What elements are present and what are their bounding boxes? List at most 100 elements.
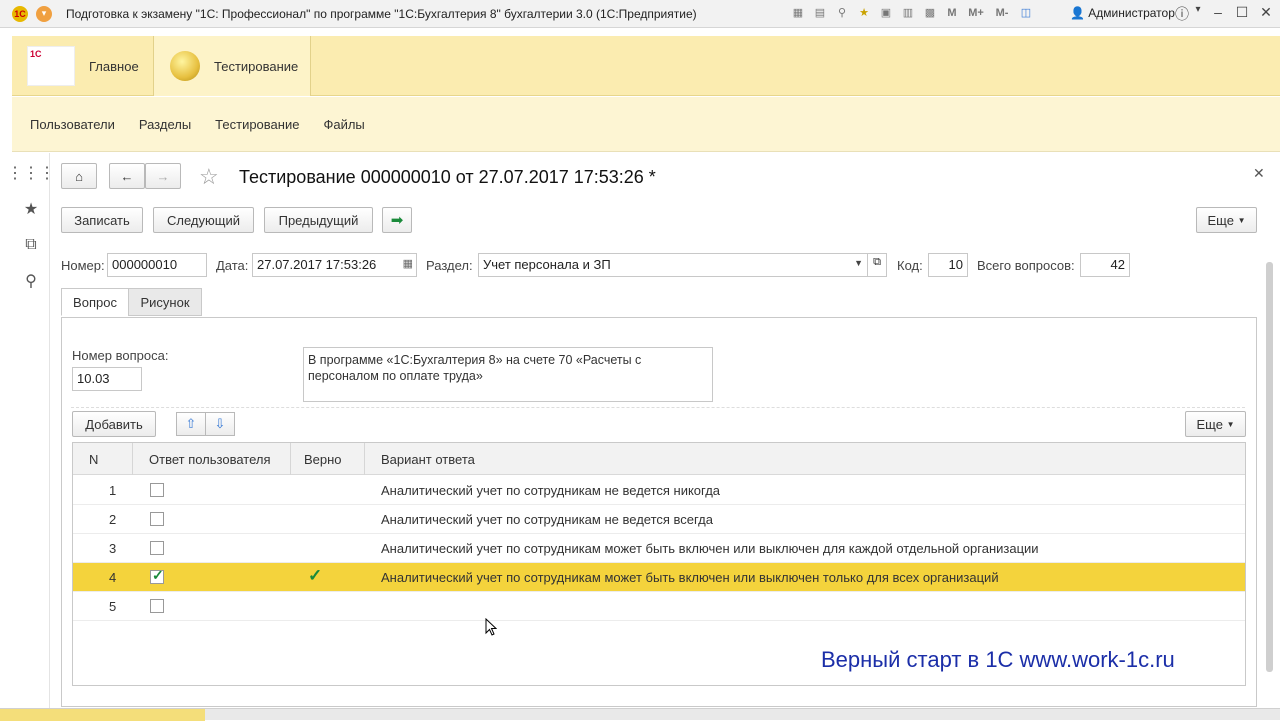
app-logo-icon[interactable]: 1С	[12, 5, 28, 22]
back-button[interactable]: ←	[109, 163, 145, 189]
panels-icon[interactable]: ◫	[1018, 5, 1034, 21]
search-icon[interactable]: ⚲	[834, 5, 850, 21]
user-answer-checkbox[interactable]	[150, 541, 164, 555]
column-divider	[364, 443, 365, 475]
open-icon[interactable]: ⧉	[867, 253, 887, 277]
favorites-icon[interactable]: ★	[856, 5, 872, 21]
memory-minus-icon[interactable]: M-	[992, 5, 1012, 21]
report-icon[interactable]: ▥	[900, 5, 916, 21]
close-icon[interactable]: ✕	[1253, 165, 1265, 182]
add-button[interactable]: Добавить	[72, 411, 156, 437]
section-field[interactable]: Учет персонала и ЗП ▼	[478, 253, 868, 277]
user-answer-checkbox[interactable]: ✓	[150, 567, 164, 584]
column-correct[interactable]: Верно	[304, 452, 342, 467]
mouse-cursor-icon	[485, 618, 497, 636]
column-n[interactable]: N	[89, 452, 98, 467]
nav-files[interactable]: Файлы	[323, 117, 364, 132]
code-field[interactable]: 10	[928, 253, 968, 277]
save-button[interactable]: Записать	[61, 207, 143, 233]
row-number: 2	[109, 512, 117, 527]
user-answer-checkbox[interactable]	[150, 483, 164, 497]
forward-button[interactable]: →	[145, 163, 181, 189]
dropdown-icon[interactable]: ▼	[854, 258, 863, 268]
memory-icon[interactable]: M	[944, 5, 960, 21]
main-menu-icon[interactable]: ▾	[36, 5, 52, 22]
print-icon[interactable]: ▤	[812, 5, 828, 21]
left-toolbar: ⋮⋮⋮ ★ ⧉ ⚲	[7, 153, 55, 708]
chevron-down-icon: ▼	[1237, 215, 1246, 225]
date-field[interactable]: 27.07.2017 17:53:26 ▦	[252, 253, 417, 277]
star-icon[interactable]: ☆	[199, 164, 219, 190]
table-row[interactable]: 5	[73, 592, 1245, 621]
chevron-down-icon: ▼	[1226, 419, 1235, 429]
column-answer-variant[interactable]: Вариант ответа	[381, 452, 475, 467]
table-row[interactable]: 4 ✓ ✓ Аналитический учет по сотрудникам мож…	[73, 563, 1245, 592]
table-row[interactable]: 2 Аналитический учет по сотрудникам не ве…	[73, 505, 1245, 534]
correct-check-icon: ✓	[308, 566, 323, 585]
nav-users[interactable]: Пользователи	[30, 117, 115, 132]
number-label: Номер:	[61, 258, 105, 273]
history-icon[interactable]: ▣	[878, 5, 894, 21]
answer-variant-text: Аналитический учет по сотрудникам не вед…	[381, 483, 721, 498]
section-label: Раздел:	[426, 258, 473, 273]
navigation-panel: Пользователи Разделы Тестирование Файлы	[12, 97, 1280, 152]
calendar-icon[interactable]: ▦	[403, 257, 413, 270]
table-row[interactable]: 1 Аналитический учет по сотрудникам не ве…	[73, 476, 1245, 505]
previous-button[interactable]: Предыдущий	[264, 207, 373, 233]
column-divider	[290, 443, 291, 475]
favorites-icon[interactable]: ★	[12, 191, 50, 227]
go-icon[interactable]: ➡	[382, 207, 412, 233]
calendar-icon[interactable]: ▩	[922, 5, 938, 21]
status-bar	[0, 708, 1280, 721]
calculator-icon[interactable]: ▦	[790, 5, 806, 21]
more-button[interactable]: Еще ▼	[1196, 207, 1257, 233]
close-window-icon[interactable]: ✕	[1256, 4, 1276, 21]
search-icon[interactable]: ⚲	[12, 263, 50, 299]
memory-plus-icon[interactable]: M+	[966, 5, 986, 21]
column-user-answer[interactable]: Ответ пользователя	[149, 452, 271, 467]
row-number: 3	[109, 541, 117, 556]
tab-picture[interactable]: Рисунок	[128, 288, 202, 316]
nav-sections[interactable]: Разделы	[139, 117, 191, 132]
minimize-icon[interactable]: –	[1208, 4, 1228, 20]
watermark-text: Верный старт в 1С www.work-1c.ru	[821, 647, 1175, 672]
table-row[interactable]: 3 Аналитический учет по сотрудникам может…	[73, 534, 1245, 563]
nav-testing[interactable]: Тестирование	[215, 117, 299, 132]
history-icon[interactable]: ⧉	[12, 227, 50, 263]
user-answer-checkbox[interactable]	[150, 599, 164, 613]
home-button[interactable]: ⌂	[61, 163, 97, 189]
column-divider	[132, 443, 133, 475]
move-down-icon[interactable]: ⇩	[205, 412, 235, 436]
window-titlebar: 1С ▾ Подготовка к экзамену "1С: Професси…	[0, 0, 1280, 28]
scrollbar[interactable]	[1266, 262, 1273, 672]
section-testing[interactable]: Тестирование	[153, 36, 311, 96]
number-field[interactable]: 000000010	[107, 253, 207, 277]
grid-more-button[interactable]: Еще ▼	[1185, 411, 1246, 437]
answer-variant-text: Аналитический учет по сотрудникам не вед…	[381, 512, 713, 527]
sections-menu-icon[interactable]: ⋮⋮⋮	[7, 155, 55, 191]
status-bar-accent	[0, 709, 205, 721]
question-text-field[interactable]: В программе «1С:Бухгалтерия 8» на счете …	[303, 347, 713, 402]
user-answer-checkbox[interactable]	[150, 512, 164, 526]
date-label: Дата:	[216, 258, 249, 273]
answer-variant-text: Аналитический учет по сотрудникам может …	[381, 541, 1039, 556]
page-title: Тестирование 000000010 от 27.07.2017 17:…	[239, 167, 656, 187]
user-name[interactable]: 👤 Администратор	[1070, 6, 1175, 20]
total-questions-field[interactable]: 42	[1080, 253, 1130, 277]
sections-panel: 1С Главное Тестирование	[12, 36, 1280, 96]
question-number-field[interactable]: 10.03	[72, 367, 142, 391]
document-form: ⌂ ← → ☆ Тестирование 000000010 от 27.07.…	[51, 153, 1280, 708]
company-logo: 1С	[27, 46, 75, 86]
titlebar-tools: ▦ ▤ ⚲ ★ ▣ ▥ ▩ M M+ M- ◫	[790, 5, 1034, 21]
move-up-icon[interactable]: ⇧	[176, 412, 206, 436]
answer-variant-text: Аналитический учет по сотрудникам может …	[381, 570, 999, 585]
section-main[interactable]: 1С Главное	[12, 36, 152, 96]
window-title: Подготовка к экзамену "1С: Профессионал"…	[66, 6, 697, 21]
next-button[interactable]: Следующий	[153, 207, 254, 233]
row-number: 1	[109, 483, 117, 498]
tab-question[interactable]: Вопрос	[61, 288, 129, 316]
total-questions-label: Всего вопросов:	[977, 258, 1075, 273]
info-dropdown-icon[interactable]: ▾	[1188, 4, 1208, 15]
maximize-icon[interactable]: ☐	[1232, 4, 1252, 21]
user-icon: 👤	[1070, 6, 1085, 20]
